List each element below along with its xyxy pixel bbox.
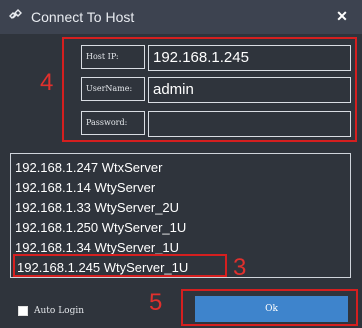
host-list-item[interactable]: 192.168.1.250 WtyServer_1U [11,218,350,238]
host-list-item[interactable]: 192.168.1.247 WtxServer [11,158,350,178]
host-ip-label: Host IP: [81,45,145,69]
password-input[interactable] [148,111,351,137]
window-title: Connect To Host [31,9,135,25]
host-list-item[interactable]: 192.168.1.33 WtyServer_2U [11,198,350,218]
title-bar: Connect To Host ✕ [0,0,362,34]
username-label: UserName: [81,77,145,101]
ok-button[interactable]: Ok [195,296,348,322]
host-list-item[interactable]: 192.168.1.14 WtyServer [11,178,350,198]
auto-login-checkbox[interactable] [18,306,28,316]
link-icon [9,9,22,19]
form-annotation-number: 4 [40,69,54,96]
password-label: Password: [81,111,145,135]
auto-login-label: Auto Login [34,306,85,316]
close-icon[interactable]: ✕ [335,9,349,23]
username-input[interactable]: admin [148,77,351,103]
selected-host-annotation-number: 3 [233,254,247,281]
host-ip-input[interactable]: 192.168.1.245 [148,45,351,71]
selected-host-annotation-frame [13,254,227,277]
ok-annotation-number: 5 [149,289,163,316]
